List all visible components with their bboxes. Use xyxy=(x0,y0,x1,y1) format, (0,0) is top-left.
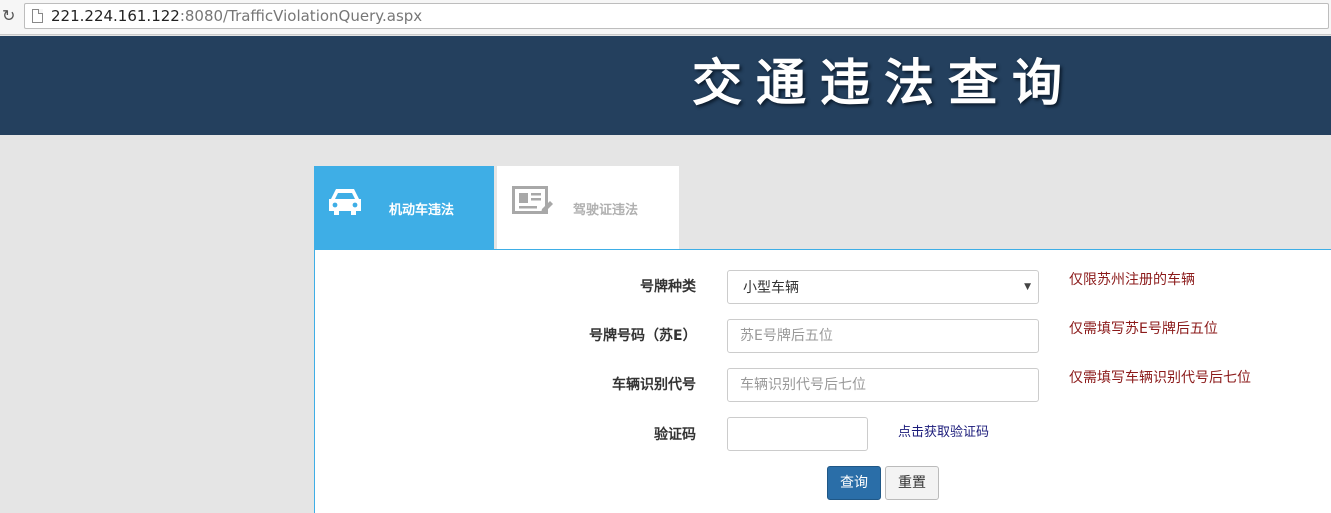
query-button[interactable]: 查询 xyxy=(827,466,881,500)
plate-type-select[interactable]: 小型车辆 ▼ xyxy=(727,270,1039,304)
vin-hint: 仅需填写车辆识别代号后七位 xyxy=(1069,370,1251,386)
header-banner: 交通违法查询 xyxy=(0,36,1331,135)
id-card-icon xyxy=(512,185,554,221)
url-text: 221.224.161.122:8080/TrafficViolationQue… xyxy=(51,7,422,25)
browser-address-bar: ↻ 221.224.161.122:8080/TrafficViolationQ… xyxy=(0,0,1331,35)
plate-type-label: 号牌种类 xyxy=(640,279,696,295)
url-field[interactable]: 221.224.161.122:8080/TrafficViolationQue… xyxy=(24,3,1329,29)
plate-number-label: 号牌号码（苏E） xyxy=(589,328,697,344)
captcha-label: 验证码 xyxy=(654,427,696,443)
car-icon xyxy=(328,185,364,221)
chevron-down-icon: ▼ xyxy=(1024,282,1031,292)
captcha-input[interactable] xyxy=(727,417,868,451)
tab-license-violation[interactable]: 驾驶证违法 xyxy=(497,166,679,250)
page-title: 交通违法查询 xyxy=(692,53,1076,112)
get-captcha-link[interactable]: 点击获取验证码 xyxy=(898,425,989,441)
tab-license-violation-label: 驾驶证违法 xyxy=(573,203,639,218)
plate-number-input[interactable] xyxy=(727,319,1039,353)
reset-button[interactable]: 重置 xyxy=(885,466,939,500)
plate-type-hint: 仅限苏州注册的车辆 xyxy=(1069,272,1195,288)
page-icon xyxy=(32,9,43,23)
reload-icon[interactable]: ↻ xyxy=(2,7,20,25)
plate-type-value: 小型车辆 xyxy=(743,280,799,296)
tab-vehicle-violation-label: 机动车违法 xyxy=(389,203,455,218)
plate-number-hint: 仅需填写苏E号牌后五位 xyxy=(1069,321,1218,337)
url-host: 221.224.161.122 xyxy=(51,7,180,25)
tab-vehicle-violation[interactable]: 机动车违法 xyxy=(314,166,494,250)
vin-label: 车辆识别代号 xyxy=(612,377,696,393)
vin-input[interactable] xyxy=(727,368,1039,402)
url-path: :8080/TrafficViolationQuery.aspx xyxy=(179,7,423,25)
